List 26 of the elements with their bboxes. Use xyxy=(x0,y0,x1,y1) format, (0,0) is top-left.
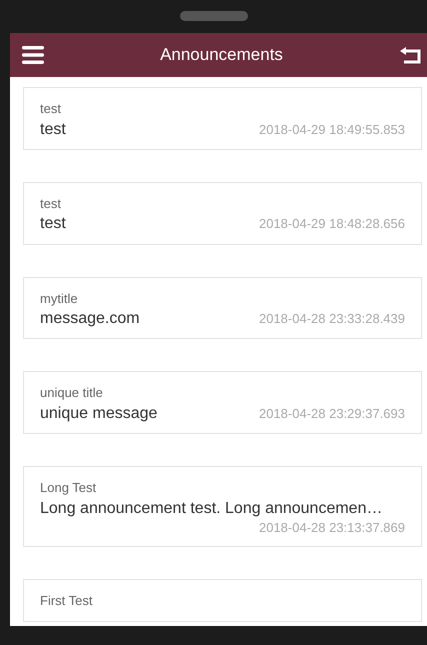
announcement-title: First Test xyxy=(40,592,92,608)
announcement-card[interactable]: test test 2018-04-29 18:49:55.853 xyxy=(23,87,422,150)
announcement-timestamp: 2018-04-29 18:49:55.853 xyxy=(258,122,405,138)
announcement-card[interactable]: First Test xyxy=(23,578,422,622)
announcement-title: test xyxy=(40,196,61,212)
announcement-title: mytitle xyxy=(40,290,78,306)
announcement-title: Long Test xyxy=(40,480,96,496)
announcement-message: message.com xyxy=(40,309,140,328)
announcement-message: Long announcement test. Long announcemen… xyxy=(40,498,384,518)
announcement-card[interactable]: Long Test Long announcement test. Long announcemen… 2018-04-28 23:13:37.869 xyxy=(23,466,422,546)
announcement-timestamp: 2018-04-28 23:29:37.693 xyxy=(258,406,405,422)
header-title: Announcements xyxy=(160,45,283,65)
announcement-timestamp: 2018-04-28 23:13:37.869 xyxy=(258,520,405,536)
return-arrow-icon[interactable] xyxy=(399,46,421,64)
announcement-message: test xyxy=(40,214,66,234)
announcement-title: unique title xyxy=(40,385,103,401)
announcement-card[interactable]: test test 2018-04-29 18:48:28.656 xyxy=(23,182,422,245)
announcement-timestamp: 2018-04-29 18:48:28.656 xyxy=(258,216,405,232)
announcement-message: unique message xyxy=(40,404,158,424)
announcement-card[interactable]: unique title unique message 2018-04-28 23:29:37.693 xyxy=(23,371,422,434)
announcement-card[interactable]: mytitle message.com 2018-04-28 23:33:28.439 xyxy=(23,276,422,340)
announcement-title: test xyxy=(40,101,61,117)
speaker-slot xyxy=(180,11,248,21)
announcement-message: test xyxy=(40,120,66,139)
announcement-timestamp: 2018-04-28 23:33:28.439 xyxy=(258,311,405,327)
menu-icon[interactable] xyxy=(22,46,44,64)
